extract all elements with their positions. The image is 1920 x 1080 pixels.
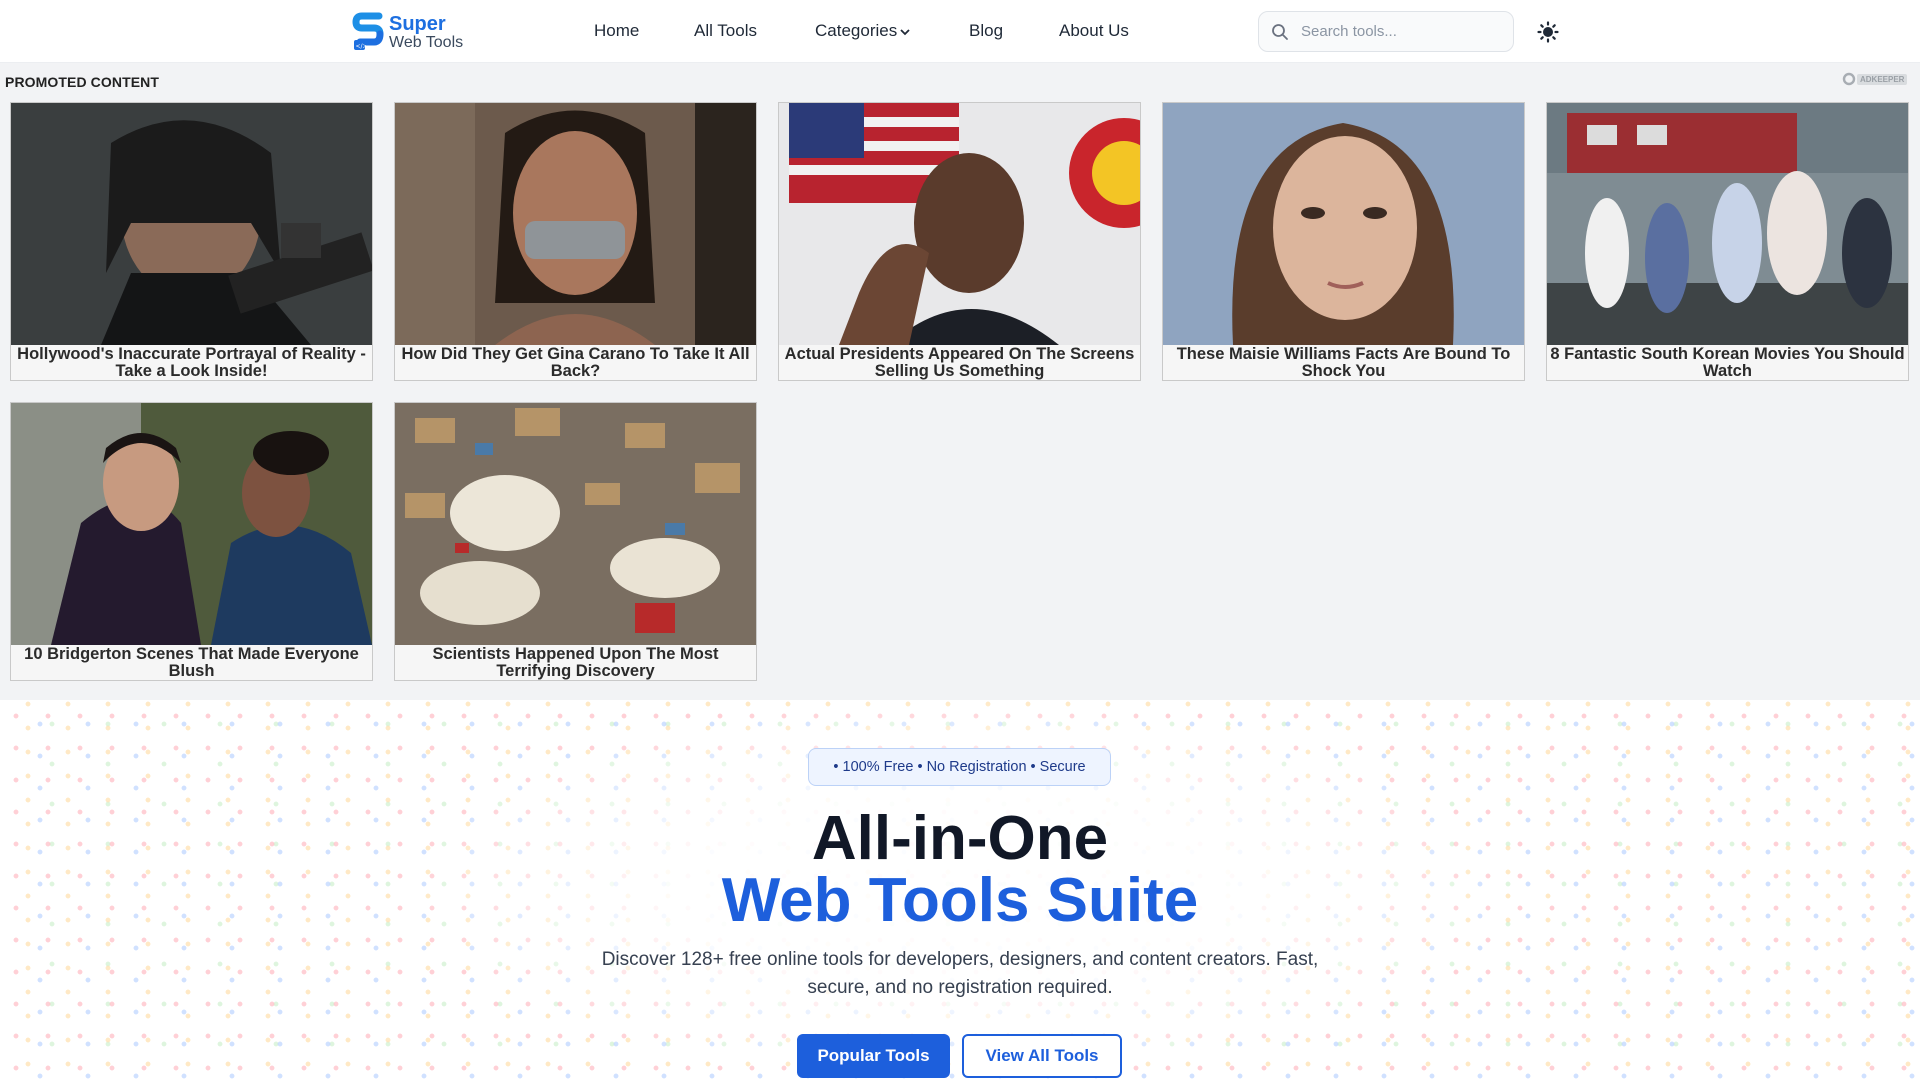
hero-subtitle: Discover 128+ free online tools for deve… bbox=[601, 949, 1319, 998]
nav-blog[interactable]: Blog bbox=[969, 21, 1003, 41]
promo-image bbox=[395, 403, 756, 645]
promo-card-title: 10 Bridgerton Scenes That Made Everyone … bbox=[24, 645, 359, 680]
nav-home[interactable]: Home bbox=[594, 21, 639, 41]
promo-image bbox=[11, 103, 372, 345]
search-input[interactable] bbox=[1299, 22, 1503, 41]
nav-categories-label: Categories bbox=[815, 21, 898, 40]
brand-name-top: Super bbox=[389, 12, 446, 35]
promo-card[interactable]: These Maisie Williams Facts Are Bound To… bbox=[1162, 102, 1525, 381]
adkeeper-logo[interactable]: ADKEEPER bbox=[1842, 72, 1908, 86]
promo-card[interactable]: Scientists Happened Upon The Most Terrif… bbox=[394, 402, 757, 681]
search-icon bbox=[1272, 23, 1288, 40]
popular-tools-button[interactable]: Popular Tools bbox=[797, 1034, 950, 1078]
promo-card[interactable]: How Did They Get Gina Carano To Take It … bbox=[394, 102, 757, 381]
brand-logo[interactable]: </> Super Web Tools bbox=[352, 11, 492, 53]
nav-categories[interactable]: Categories bbox=[815, 21, 911, 41]
hero-title-line2: Web Tools Suite bbox=[721, 866, 1199, 935]
hero-section: • 100% Free • No Registration • Secure A… bbox=[0, 700, 1920, 1080]
s-logo-icon: </> bbox=[352, 12, 384, 50]
promo-card-title: Hollywood's Inaccurate Portrayal of Real… bbox=[17, 345, 366, 380]
promo-card-title: Actual Presidents Appeared On The Screen… bbox=[784, 345, 1135, 380]
promo-card[interactable]: Hollywood's Inaccurate Portrayal of Real… bbox=[10, 102, 373, 381]
search-box bbox=[1258, 11, 1514, 52]
promo-card-title: Scientists Happened Upon The Most Terrif… bbox=[432, 645, 719, 680]
promo-image bbox=[1163, 103, 1524, 345]
adkeeper-icon bbox=[1842, 72, 1856, 86]
promo-card[interactable]: 8 Fantastic South Korean Movies You Shou… bbox=[1546, 102, 1909, 381]
sun-icon[interactable] bbox=[1536, 20, 1560, 44]
promo-image bbox=[11, 403, 372, 645]
promoted-label: PROMOTED CONTENT bbox=[5, 74, 160, 90]
hero-title-line1: All-in-One bbox=[811, 804, 1109, 873]
chevron-down-icon bbox=[900, 28, 910, 35]
adkeeper-text: ADKEEPER bbox=[1857, 73, 1908, 85]
promo-card-title: 8 Fantastic South Korean Movies You Shou… bbox=[1550, 345, 1905, 380]
promo-image bbox=[779, 103, 1140, 345]
top-header: </> Super Web Tools Home All Tools Categ… bbox=[0, 0, 1920, 63]
svg-text:</>: </> bbox=[356, 43, 368, 50]
view-all-tools-button[interactable]: View All Tools bbox=[962, 1034, 1122, 1078]
feature-badge: • 100% Free • No Registration • Secure bbox=[808, 748, 1111, 786]
promo-image bbox=[395, 103, 756, 345]
promo-card-title: These Maisie Williams Facts Are Bound To… bbox=[1176, 345, 1511, 380]
promo-card-title: How Did They Get Gina Carano To Take It … bbox=[401, 345, 750, 380]
promo-image bbox=[1547, 103, 1908, 345]
promo-card[interactable]: 10 Bridgerton Scenes That Made Everyone … bbox=[10, 402, 373, 681]
nav-about-us[interactable]: About Us bbox=[1059, 21, 1129, 41]
nav-all-tools[interactable]: All Tools bbox=[694, 21, 757, 41]
promo-card[interactable]: Actual Presidents Appeared On The Screen… bbox=[778, 102, 1141, 381]
brand-name-bottom: Web Tools bbox=[389, 33, 464, 51]
promoted-content-section: PROMOTED CONTENT ADKEEPER Hollywood's In… bbox=[0, 63, 1920, 700]
